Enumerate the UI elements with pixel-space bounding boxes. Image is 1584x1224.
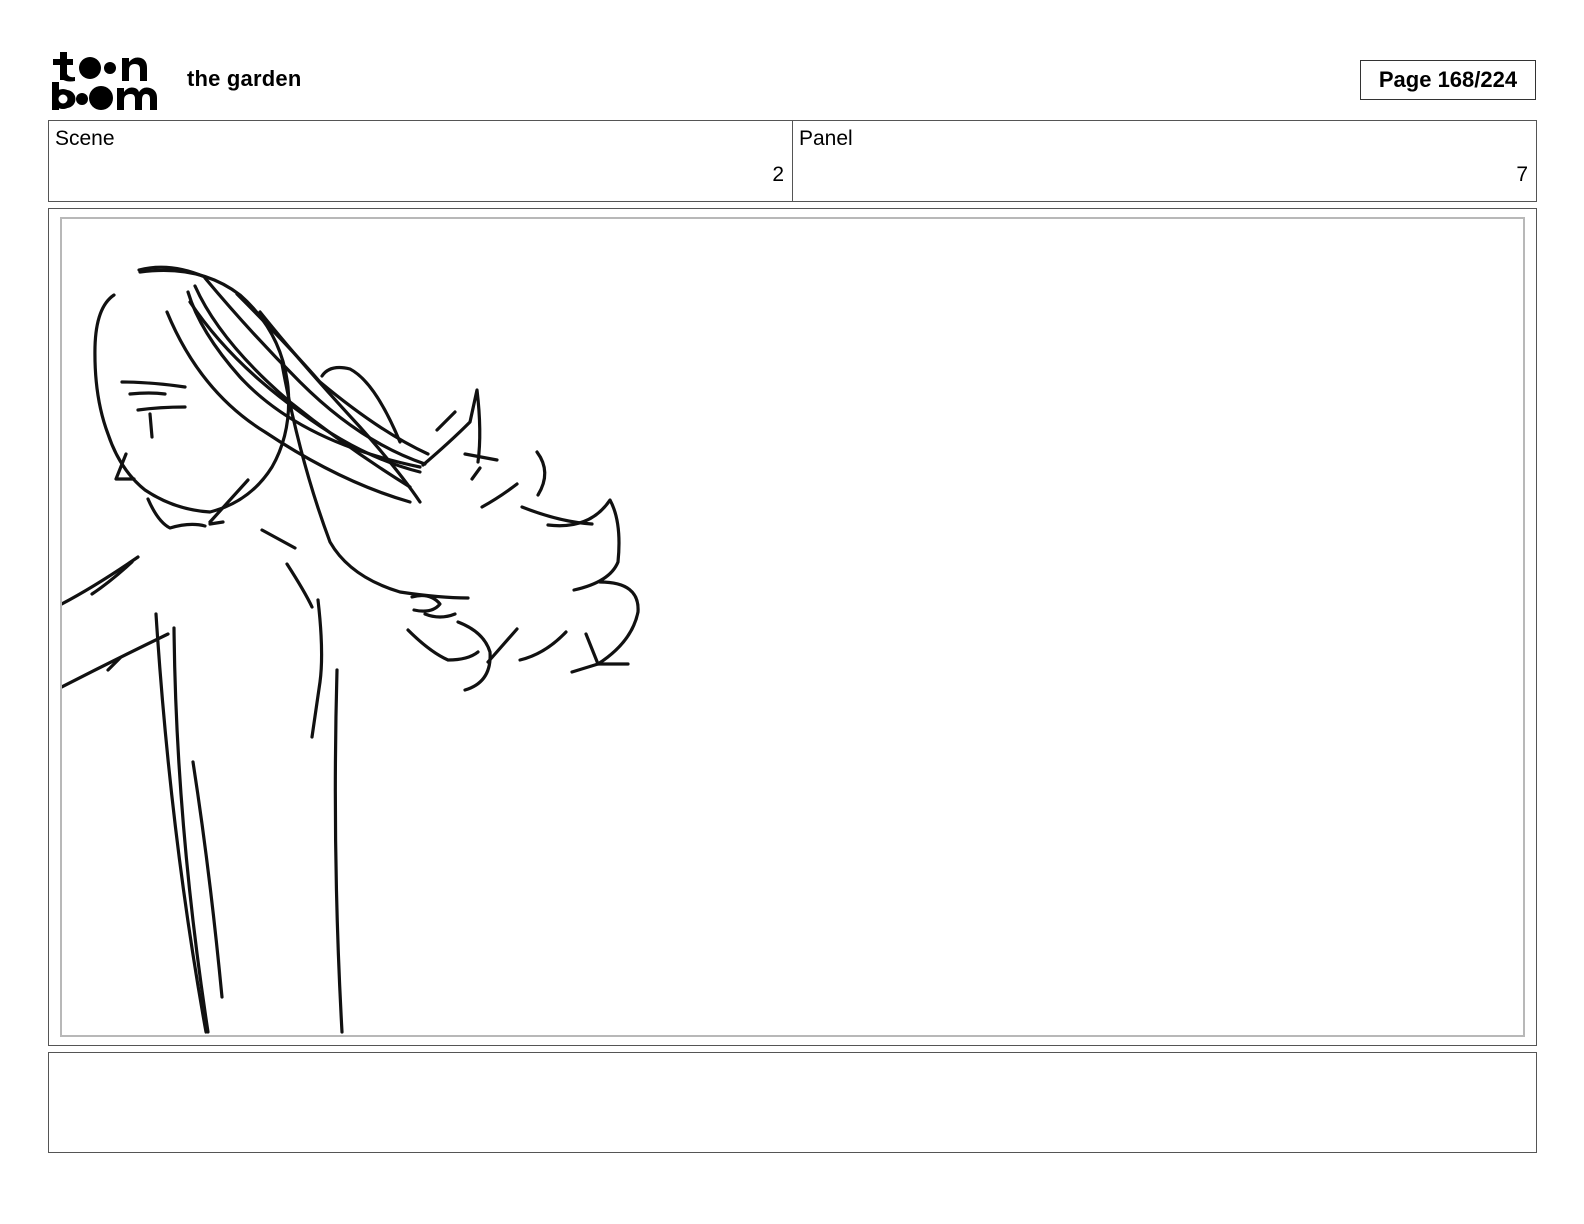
toon-boom-logo (50, 50, 165, 112)
storyboard-drawing-area (60, 217, 1525, 1037)
toon-boom-logo-mark (52, 52, 157, 110)
caption-box[interactable] (48, 1052, 1537, 1153)
panel-label: Panel (799, 127, 853, 150)
scene-number: 2 (772, 163, 784, 186)
scene-label: Scene (55, 127, 115, 150)
scene-cell: Scene 2 (49, 121, 792, 201)
storyboard-panel-frame (48, 208, 1537, 1046)
panel-number: 7 (1516, 163, 1528, 186)
page-counter: Page 168/224 (1360, 60, 1536, 100)
panel-cell: Panel 7 (792, 121, 1536, 201)
project-title: the garden (187, 66, 302, 91)
scene-panel-info-row: Scene 2 Panel 7 (48, 120, 1537, 202)
sketch-drawing (62, 265, 640, 1034)
